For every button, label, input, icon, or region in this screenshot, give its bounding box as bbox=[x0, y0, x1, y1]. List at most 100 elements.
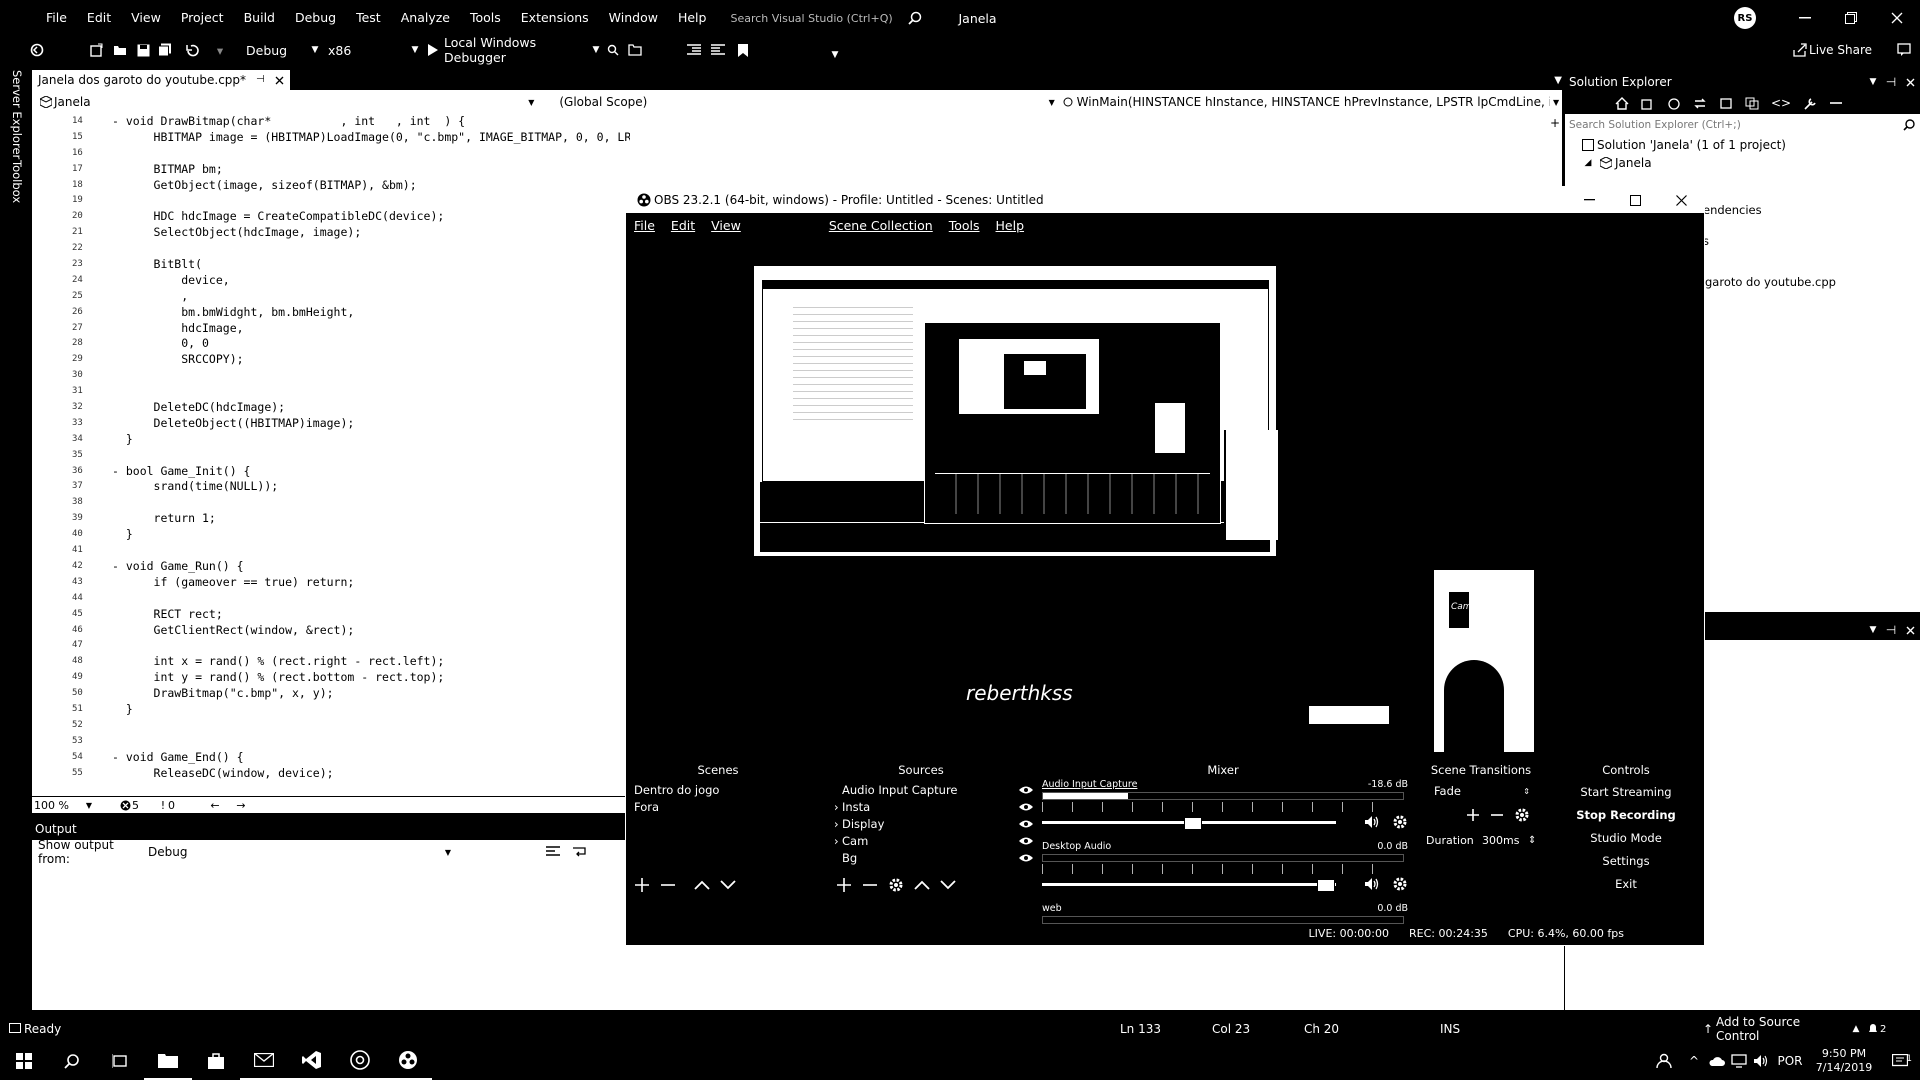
code-line[interactable]: 23 BitBlt( bbox=[32, 257, 630, 273]
chevron-down-icon[interactable]: ▼ bbox=[1550, 98, 1562, 107]
code-line[interactable]: 26 bm.bmWidght, bm.bmHeight, bbox=[32, 305, 630, 321]
live-share-icon[interactable] bbox=[1791, 43, 1809, 57]
tree-item-dependencies[interactable]: endencies bbox=[1703, 203, 1762, 217]
add-icon[interactable] bbox=[634, 877, 650, 893]
remove-icon[interactable] bbox=[660, 877, 676, 893]
eye-icon[interactable] bbox=[1018, 853, 1034, 863]
obs-menu-file[interactable]: File bbox=[634, 218, 655, 233]
split-icon[interactable]: + bbox=[1550, 116, 1560, 130]
code-line[interactable]: 32 DeleteDC(hdcImage); bbox=[32, 400, 630, 416]
volume-slider[interactable] bbox=[1042, 816, 1336, 830]
arrow-right-icon[interactable]: → bbox=[228, 799, 254, 812]
code-line[interactable]: 29 SRCCOPY); bbox=[32, 352, 630, 368]
properties-icon[interactable] bbox=[1803, 97, 1817, 110]
save-icon[interactable] bbox=[132, 44, 154, 57]
chevron-down-icon[interactable]: ▼ bbox=[523, 98, 539, 107]
remove-icon[interactable] bbox=[862, 877, 878, 893]
add-source-control[interactable]: Add to Source Control bbox=[1716, 1015, 1846, 1043]
people-icon[interactable] bbox=[1646, 1053, 1682, 1069]
remove-icon[interactable] bbox=[1490, 808, 1504, 822]
code-line[interactable]: 53 bbox=[32, 734, 630, 750]
obs-menu-tools[interactable]: Tools bbox=[949, 218, 980, 233]
home-icon[interactable] bbox=[1615, 96, 1629, 110]
error-icon[interactable] bbox=[118, 800, 132, 811]
tree-project[interactable]: ◢ Janela bbox=[1565, 154, 1920, 172]
code-line[interactable]: 27 hdcImage, bbox=[32, 321, 630, 337]
show-all-files-icon[interactable] bbox=[1745, 97, 1759, 110]
code-line[interactable]: 38 bbox=[32, 495, 630, 511]
back-icon[interactable] bbox=[24, 43, 50, 57]
source-item[interactable]: › Insta bbox=[834, 798, 1034, 815]
menu-test[interactable]: Test bbox=[346, 0, 391, 36]
code-line[interactable]: 36 - bool Game_Init() { bbox=[32, 464, 630, 480]
code-line[interactable]: 55 ReleaseDC(window, device); bbox=[32, 766, 630, 782]
speaker-icon[interactable] bbox=[1364, 815, 1382, 829]
gear-icon[interactable] bbox=[1392, 814, 1408, 830]
step-icon[interactable] bbox=[624, 44, 646, 56]
move-down-icon[interactable] bbox=[940, 880, 956, 890]
obs-menu-edit[interactable]: Edit bbox=[671, 218, 695, 233]
source-item[interactable]: › Display bbox=[834, 815, 1034, 832]
volume-slider-handle[interactable] bbox=[1184, 816, 1202, 830]
menu-edit[interactable]: Edit bbox=[77, 0, 121, 36]
obs-window[interactable]: OBS 23.2.1 (64-bit, windows) - Profile: … bbox=[625, 186, 1705, 946]
move-down-icon[interactable] bbox=[720, 880, 736, 890]
obs-maximize-button[interactable] bbox=[1612, 187, 1658, 213]
network-icon[interactable] bbox=[1728, 1054, 1750, 1068]
menu-file[interactable]: File bbox=[36, 0, 77, 36]
obs-icon[interactable] bbox=[384, 1042, 432, 1080]
code-line[interactable]: 51 } bbox=[32, 702, 630, 718]
menu-help[interactable]: Help bbox=[668, 0, 717, 36]
nav-project-dropdown[interactable]: Janela bbox=[54, 95, 523, 109]
sync-icon[interactable] bbox=[1693, 97, 1707, 110]
exit-button[interactable]: Exit bbox=[1556, 873, 1696, 896]
action-center-icon[interactable]: 1 bbox=[1880, 1054, 1920, 1068]
nav-function-dropdown[interactable]: WinMain(HINSTANCE hInstance, HINSTANCE h… bbox=[1077, 95, 1550, 109]
spin-icon[interactable]: ⇕ bbox=[1528, 835, 1536, 846]
chevron-up-icon[interactable]: ^ bbox=[1682, 1054, 1706, 1068]
side-tab-toolbox[interactable]: Toolbox bbox=[6, 160, 26, 220]
error-count[interactable]: 5 bbox=[132, 799, 158, 812]
warning-icon[interactable]: ! bbox=[158, 799, 168, 812]
code-line[interactable]: 45 RECT rect; bbox=[32, 607, 630, 623]
code-line[interactable]: 25 , bbox=[32, 289, 630, 305]
editor-tab-active[interactable]: Janela dos garoto do youtube.cpp* ⊣ bbox=[32, 70, 290, 90]
pin-icon[interactable]: ⊣ bbox=[256, 70, 265, 90]
redo-icon[interactable]: ▾ bbox=[208, 43, 232, 58]
feedback-icon[interactable] bbox=[1890, 43, 1920, 57]
code-line[interactable]: 30 bbox=[32, 368, 630, 384]
group-chevron-icon[interactable]: › bbox=[834, 800, 842, 814]
volume-slider-handle[interactable] bbox=[1317, 878, 1336, 892]
code-line[interactable]: 17 BITMAP bm; bbox=[32, 162, 630, 178]
onedrive-icon[interactable] bbox=[1706, 1056, 1728, 1066]
tree-item-cpp[interactable]: garoto do youtube.cpp bbox=[1705, 275, 1836, 289]
windows-start-icon[interactable] bbox=[0, 1053, 48, 1069]
code-line[interactable]: 16 bbox=[32, 146, 630, 162]
config-dropdown[interactable]: Debug bbox=[246, 43, 308, 58]
indent-icon[interactable] bbox=[682, 44, 706, 56]
pin-icon[interactable]: ⊣ bbox=[1882, 75, 1900, 89]
code-line[interactable]: 14 - void DrawBitmap(char* , int , int ) … bbox=[32, 114, 630, 130]
code-line[interactable]: 20 HDC hdcImage = CreateCompatibleDC(dev… bbox=[32, 209, 630, 225]
gear-icon[interactable] bbox=[1514, 807, 1530, 823]
chevron-down-icon[interactable]: ▼ bbox=[308, 45, 322, 55]
code-line[interactable]: 49 int y = rand() % (rect.bottom - rect.… bbox=[32, 670, 630, 686]
chevron-down-icon[interactable]: ▼ bbox=[438, 848, 458, 857]
code-line[interactable]: 43 if (gameover == true) return; bbox=[32, 575, 630, 591]
obs-minimize-button[interactable] bbox=[1566, 187, 1612, 213]
close-icon[interactable] bbox=[1900, 626, 1920, 635]
add-icon[interactable] bbox=[836, 877, 852, 893]
code-editor-right[interactable]: + bbox=[630, 114, 1562, 197]
code-line[interactable]: 37 srand(time(NULL)); bbox=[32, 479, 630, 495]
stop-recording-button[interactable]: Stop Recording bbox=[1556, 804, 1696, 827]
preview-icon[interactable] bbox=[1829, 97, 1843, 110]
gear-icon[interactable] bbox=[888, 877, 904, 893]
outdent-icon[interactable] bbox=[706, 44, 730, 56]
tab-overflow-icon[interactable]: ▼ bbox=[1554, 75, 1562, 86]
eye-icon[interactable] bbox=[1018, 836, 1034, 846]
obs-menu-scene-collection[interactable]: Scene Collection bbox=[829, 218, 933, 233]
chevron-down-icon[interactable]: ▼ bbox=[1864, 77, 1882, 87]
chevron-down-icon[interactable]: ▼ bbox=[1045, 98, 1059, 107]
view-code-icon[interactable]: <> bbox=[1771, 96, 1791, 110]
chevron-down-icon[interactable]: ▼ bbox=[1864, 625, 1882, 635]
